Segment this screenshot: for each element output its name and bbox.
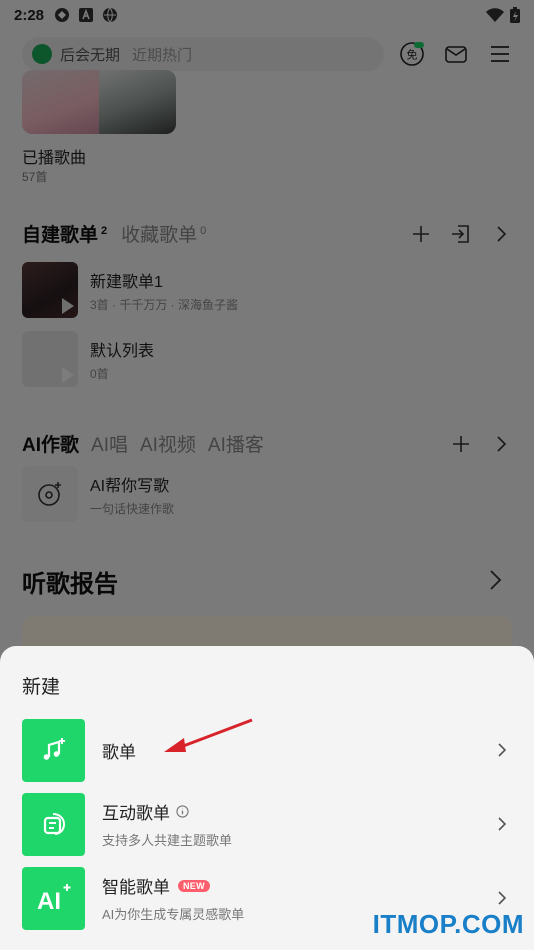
chevron-right-icon xyxy=(498,817,507,831)
interactive-playlist-icon xyxy=(22,792,85,856)
option-label: 智能歌单 xyxy=(102,878,170,897)
new-badge: NEW xyxy=(178,879,210,892)
create-interactive-playlist-option[interactable]: 互动歌单 支持多人共建主题歌单 xyxy=(22,792,512,856)
watermark: ITMOP.COM xyxy=(372,909,524,939)
info-icon[interactable] xyxy=(176,805,189,818)
create-playlist-option[interactable]: 歌单 xyxy=(22,718,512,782)
option-title-row: 智能歌单 NEW xyxy=(102,873,244,898)
sheet-title: 新建 xyxy=(22,677,61,698)
option-description: AI为你生成专属灵感歌单 xyxy=(102,907,245,922)
option-title-row: 互动歌单 xyxy=(102,799,232,824)
annotation-arrow-icon xyxy=(164,718,253,752)
chevron-right-icon xyxy=(498,891,507,905)
option-label: 互动歌单 xyxy=(102,804,170,823)
ai-icon: AI xyxy=(22,866,85,930)
music-note-icon xyxy=(22,718,85,782)
app-screen: 2:28 后会无期 近期热门 免 已播歌曲 57首 自建歌单2 收藏歌单0 xyxy=(0,0,534,950)
chevron-right-icon xyxy=(498,743,507,757)
create-bottom-sheet: 新建 歌单 互动歌单 支持多人共建主题歌单 AI 智能歌单 NEW AI为你生成… xyxy=(0,646,534,950)
ai-icon-text: AI xyxy=(37,888,61,914)
option-description: 支持多人共建主题歌单 xyxy=(102,833,233,848)
option-label: 歌单 xyxy=(102,742,136,762)
